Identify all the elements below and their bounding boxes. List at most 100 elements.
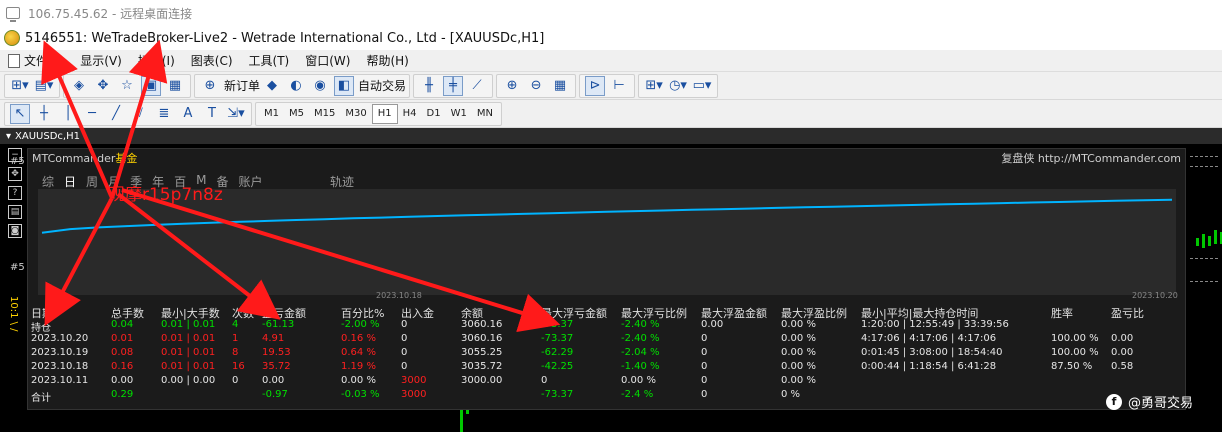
cell-winrate: 87.50 %: [1051, 361, 1093, 372]
trendline-icon[interactable]: ╱: [106, 104, 126, 124]
menu-window[interactable]: 窗口(W): [305, 52, 350, 69]
cell-max-float-loss-pct: -2.4 %: [621, 389, 654, 400]
periods-icon[interactable]: ◷▾: [668, 76, 688, 96]
horizontal-line-icon[interactable]: ─: [82, 104, 102, 124]
cell-count: 16: [232, 361, 245, 372]
label-icon[interactable]: T: [202, 104, 222, 124]
tab-account[interactable]: 账户: [238, 173, 262, 190]
menu-tools[interactable]: 工具(T): [249, 52, 290, 69]
channel-icon[interactable]: ⫽: [130, 104, 150, 124]
document-icon[interactable]: [8, 53, 20, 68]
tab-week[interactable]: 周: [86, 173, 98, 190]
tab-hundred[interactable]: 百: [174, 173, 186, 190]
tester-icon[interactable]: ▦: [165, 76, 185, 96]
price-level-line: [1190, 166, 1218, 167]
cell-hold-time: 1:20:00 | 12:55:49 | 33:39:56: [861, 319, 1009, 330]
metaeditor-icon[interactable]: ◆: [262, 76, 282, 96]
candlestick-icon[interactable]: ╪: [443, 75, 464, 96]
cell-balance: 3060.16: [461, 319, 503, 330]
timeframe-m30[interactable]: M30: [340, 104, 371, 124]
tab-summary[interactable]: 综: [42, 173, 54, 190]
toolbar-group-file: ⊞▾ ▤▾: [4, 73, 60, 98]
text-icon[interactable]: A: [178, 104, 198, 124]
indicator-label-top: #5: [10, 156, 25, 167]
chart-menu-icon[interactable]: ▾: [6, 131, 11, 142]
crosshair-icon[interactable]: ┼: [34, 104, 54, 124]
window-title: 5146551: WeTradeBroker-Live2 - Wetrade I…: [25, 30, 545, 46]
camera-icon[interactable]: ◙: [8, 224, 22, 238]
bar-chart-icon[interactable]: ╫: [419, 76, 439, 96]
tab-day[interactable]: 日: [64, 173, 76, 190]
timeframe-w1[interactable]: W1: [446, 104, 472, 124]
cell-lots: 0.04: [111, 319, 134, 330]
panel-icon[interactable]: ▤: [8, 205, 22, 219]
navigator-icon[interactable]: ☆: [117, 76, 137, 96]
timeframe-d1[interactable]: D1: [422, 104, 446, 124]
timeframe-m15[interactable]: M15: [309, 104, 340, 124]
menu-help[interactable]: 帮助(H): [366, 52, 408, 69]
menu-file[interactable]: 文件(F): [24, 52, 64, 69]
chart-window-title[interactable]: ▾ XAUUSDc,H1: [0, 128, 1222, 144]
timeframe-mn[interactable]: MN: [472, 104, 498, 124]
menu-charts[interactable]: 图表(C): [191, 52, 233, 69]
tab-year[interactable]: 年: [152, 173, 164, 190]
zoom-out-icon[interactable]: ⊖: [526, 76, 546, 96]
chart-shift-icon[interactable]: ⊢: [609, 76, 629, 96]
new-chart-icon[interactable]: ⊞▾: [10, 76, 30, 96]
timeframe-m1[interactable]: M1: [259, 104, 284, 124]
cell-pl-ratio: 0.00: [1111, 347, 1134, 358]
data-window-icon[interactable]: ✥: [93, 76, 113, 96]
timeframe-h1[interactable]: H1: [371, 103, 398, 124]
signals-icon[interactable]: ◐: [286, 76, 306, 96]
tab-track[interactable]: 轨迹: [330, 173, 354, 190]
tab-m[interactable]: M: [196, 173, 206, 190]
auto-trade-button[interactable]: 自动交易: [358, 77, 406, 94]
tab-quarter[interactable]: 季: [130, 173, 142, 190]
panel-site-link[interactable]: 复盘侠 http://MTCommander.com: [1001, 150, 1181, 166]
new-order-icon[interactable]: ⊕: [200, 76, 220, 96]
rdp-title-bar: 106.75.45.62 - 远程桌面连接: [0, 0, 1222, 26]
terminal-icon[interactable]: ▣: [141, 75, 161, 96]
cell-lots: 0.16: [111, 361, 134, 372]
toolbar-group-trade: ⊕ 新订单 ◆ ◐ ◉ ◧ 自动交易: [194, 73, 411, 98]
panel-brand: MTCommander基金: [32, 150, 137, 166]
auto-scroll-icon[interactable]: ⊳: [585, 75, 606, 96]
cell-max-float-profit-pct: 0.00 %: [781, 333, 816, 344]
help-icon[interactable]: ?: [8, 186, 22, 200]
rdp-title: 106.75.45.62 - 远程桌面连接: [28, 6, 193, 21]
cell-deposit: 0: [401, 347, 408, 358]
cell-minmax-lots: 0.01 | 0.01: [161, 333, 216, 344]
cell-deposit: 3000: [401, 389, 427, 400]
cell-winrate: 100.00 %: [1051, 333, 1099, 344]
fibonacci-icon[interactable]: ≣: [154, 104, 174, 124]
cell-deposit: 3000: [401, 375, 427, 386]
tab-month[interactable]: 月: [108, 173, 120, 190]
community-icon[interactable]: ◉: [310, 76, 330, 96]
menu-insert[interactable]: 插入(I): [138, 52, 175, 69]
line-chart-icon[interactable]: ⟋: [467, 76, 487, 96]
market-watch-icon[interactable]: ◈: [69, 76, 89, 96]
cell-minmax-lots: 0.01 | 0.01: [161, 319, 216, 330]
cell-pnl: 0.00: [262, 375, 285, 386]
profiles-icon[interactable]: ▤▾: [34, 76, 54, 96]
arrows-icon[interactable]: ⇲▾: [226, 104, 246, 124]
vertical-line-icon[interactable]: │: [58, 104, 78, 124]
timeframe-h4[interactable]: H4: [398, 104, 422, 124]
auto-trade-icon[interactable]: ◧: [334, 75, 355, 96]
indicator-label-mid: #5: [10, 262, 25, 273]
cell-count: 1: [232, 333, 239, 344]
mtcommander-panel: MTCommander基金 复盘侠 http://MTCommander.com…: [27, 148, 1186, 410]
templates-icon[interactable]: ▭▾: [692, 76, 712, 96]
menu-view[interactable]: 显示(V): [80, 52, 122, 69]
table-row: 2023.10.18 0.16 0.01 | 0.01 16 35.72 1.19 % 0 3…: [31, 361, 1181, 375]
zoom-in-icon[interactable]: ⊕: [502, 76, 522, 96]
cell-percent: 0.00 %: [341, 375, 376, 386]
tab-note[interactable]: 备: [216, 173, 228, 190]
move-icon[interactable]: ✥: [8, 167, 22, 181]
tile-windows-icon[interactable]: ▦: [550, 76, 570, 96]
cursor-icon[interactable]: ↖: [10, 103, 30, 124]
new-order-button[interactable]: 新订单: [224, 77, 260, 94]
timeframe-m5[interactable]: M5: [284, 104, 309, 124]
indicators-icon[interactable]: ⊞▾: [644, 76, 664, 96]
cell-max-float-profit: 0: [701, 333, 708, 344]
